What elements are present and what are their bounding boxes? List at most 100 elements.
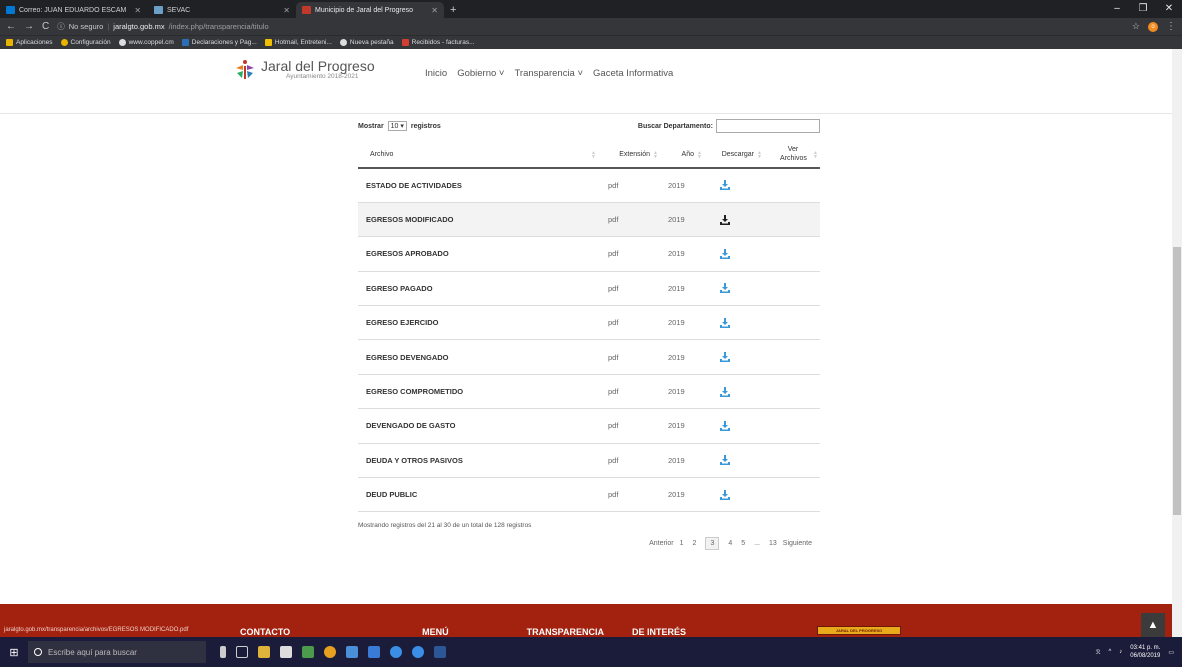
close-icon[interactable]: ✕ — [134, 6, 141, 15]
bookmark-apps[interactable]: Aplicaciones — [6, 39, 53, 46]
app-icon[interactable] — [302, 646, 314, 658]
download-icon[interactable] — [720, 214, 730, 225]
pagination-page[interactable]: 3 — [705, 537, 720, 551]
maximize-button[interactable]: ❐ — [1130, 0, 1156, 18]
file-explorer-icon[interactable] — [258, 646, 270, 658]
file-extension: pdf — [598, 271, 660, 307]
column-extension[interactable]: Extensión ▲ ▼ — [598, 141, 660, 169]
new-tab-button[interactable]: + — [444, 2, 462, 18]
browser-tab-mail[interactable]: Correo: JUAN EDUARDO ESCAM ✕ — [0, 2, 148, 18]
app-icon[interactable] — [346, 646, 358, 658]
download-icon[interactable] — [720, 455, 730, 466]
chevron-up-icon[interactable]: ^ — [1108, 649, 1111, 655]
pagination-previous[interactable]: Anterior — [649, 540, 674, 547]
mail-icon[interactable] — [368, 646, 380, 658]
minimize-button[interactable]: – — [1104, 0, 1130, 18]
file-name: EGRESOS MODIFICADO — [358, 202, 598, 238]
search-label: Buscar Departamento: — [637, 122, 713, 130]
download-icon[interactable] — [720, 283, 730, 294]
download-icon[interactable] — [720, 420, 730, 431]
search-control: Buscar Departamento: — [638, 119, 820, 133]
view-cell — [764, 236, 820, 272]
download-cell — [704, 271, 764, 307]
footer-menu[interactable]: MENÚ — [422, 627, 449, 637]
close-icon[interactable]: ✕ — [431, 6, 438, 15]
column-ver-archivos[interactable]: Ver Archivos ▲ ▼ — [764, 141, 820, 169]
notifications-icon[interactable]: ▭ — [1168, 649, 1174, 656]
bookmarks-bar: Aplicaciones Configuración www.coppel.cm… — [0, 35, 1182, 49]
download-icon[interactable] — [720, 386, 730, 397]
nav-gaceta[interactable]: Gaceta Informativa — [593, 68, 673, 79]
bookmark-star-icon[interactable]: ☆ — [1132, 21, 1140, 32]
download-cell — [704, 305, 764, 341]
browser-tab-jaral[interactable]: Municipio de Jaral del Progreso ✕ — [296, 2, 444, 18]
bookmark-config[interactable]: Configuración — [60, 39, 111, 46]
forward-arrow-icon[interactable]: → — [24, 21, 34, 32]
site-logo[interactable]: Jaral del Progreso Ayuntamiento 2018-202… — [234, 59, 375, 81]
taskbar-search-box[interactable]: Escribe aquí para buscar — [28, 641, 206, 663]
security-label: No seguro — [68, 22, 104, 31]
download-icon[interactable] — [720, 317, 730, 328]
site-name: Jaral del Progreso — [261, 58, 375, 74]
people-icon[interactable]: ℛ — [1096, 649, 1101, 656]
windows-start-icon[interactable]: ⊞ — [0, 637, 28, 667]
table-controls: Mostrar 10 ▾ registros Buscar Departamen… — [358, 119, 820, 133]
chrome-icon[interactable] — [324, 646, 336, 658]
bookmark-nueva[interactable]: Nueva pestaña — [339, 39, 394, 46]
footer-de-interes[interactable]: DE INTERÉS — [632, 627, 686, 637]
ie-icon[interactable] — [412, 646, 424, 658]
bookmark-recibidos[interactable]: Recibidos - facturas... — [401, 39, 474, 46]
column-descargar[interactable]: Descargar ▲ ▼ — [704, 141, 764, 169]
pagination-page[interactable]: 4 — [728, 540, 732, 547]
scrollbar-thumb[interactable] — [1173, 247, 1181, 515]
pagination-next[interactable]: Siguiente — [783, 540, 812, 547]
info-icon[interactable]: ⓘ — [57, 21, 65, 32]
store-icon[interactable] — [280, 646, 292, 658]
file-extension: pdf — [598, 168, 660, 203]
bookmark-declaraciones[interactable]: Declaraciones y Pag... — [181, 39, 257, 46]
download-icon[interactable] — [720, 352, 730, 363]
download-icon[interactable] — [720, 489, 730, 500]
volume-icon[interactable]: ♪ — [1119, 649, 1122, 655]
file-name: EGRESOS APROBADO — [358, 236, 598, 272]
browser-menu-icon[interactable]: ⋮ — [1166, 21, 1176, 32]
browser-tab-sevac[interactable]: SEVAC ✕ — [148, 2, 296, 18]
url-field[interactable]: ⓘ No seguro | jaralgto.gob.mx/index.php/… — [57, 21, 1124, 32]
pagination-page[interactable]: 2 — [693, 540, 697, 547]
nav-gobierno[interactable]: Gobierno ˅ — [457, 68, 504, 79]
pagination-page[interactable]: 1 — [680, 540, 684, 547]
department-search-input[interactable] — [716, 119, 820, 133]
gmail-icon — [401, 39, 409, 46]
column-anio[interactable]: Año ▲ ▼ — [660, 141, 704, 169]
back-arrow-icon[interactable]: ← — [6, 21, 16, 32]
pagination-page[interactable]: 5 — [741, 540, 745, 547]
table-row: EGRESO DEVENGADO pdf 2019 — [358, 339, 820, 375]
close-icon[interactable]: ✕ — [283, 6, 290, 15]
download-icon[interactable] — [720, 248, 730, 259]
bookmark-coppel[interactable]: www.coppel.cm — [118, 39, 174, 46]
jaral-logo-icon — [236, 60, 254, 79]
close-window-button[interactable]: ✕ — [1156, 0, 1182, 18]
pagination-page[interactable]: 13 — [769, 540, 777, 547]
column-archivo[interactable]: Archivo ▲ ▼ — [358, 141, 598, 169]
download-icon[interactable] — [720, 180, 730, 191]
table-header-row: Archivo ▲ ▼ Extensión ▲ ▼ Año ▲ ▼ Descargar ▲ ▼ … — [358, 141, 820, 169]
profile-avatar[interactable]: o — [1148, 21, 1158, 32]
edge-icon[interactable] — [390, 646, 402, 658]
word-icon[interactable] — [434, 646, 446, 658]
page-scrollbar[interactable] — [1172, 49, 1182, 637]
file-year: 2019 — [660, 443, 704, 479]
footer-transparencia[interactable]: TRANSPARENCIA — [527, 627, 604, 637]
bookmark-hotmail[interactable]: Hotmail, Entreteni... — [264, 39, 332, 46]
nav-inicio[interactable]: Inicio — [425, 68, 447, 79]
sort-icon: ▲ ▼ — [653, 150, 658, 160]
scroll-to-top-button[interactable]: ▲ — [1141, 613, 1165, 637]
microphone-icon[interactable] — [220, 646, 226, 658]
task-view-icon[interactable] — [236, 646, 248, 658]
file-name: EGRESO EJERCIDO — [358, 305, 598, 341]
footer-contacto[interactable]: CONTACTO — [240, 627, 290, 637]
page-length-select[interactable]: 10 ▾ — [387, 121, 407, 131]
nav-transparencia[interactable]: Transparencia ˅ — [514, 68, 583, 79]
taskbar-clock[interactable]: 03:41 p. m. 06/08/2019 — [1130, 644, 1160, 660]
reload-icon[interactable]: C — [42, 21, 49, 32]
